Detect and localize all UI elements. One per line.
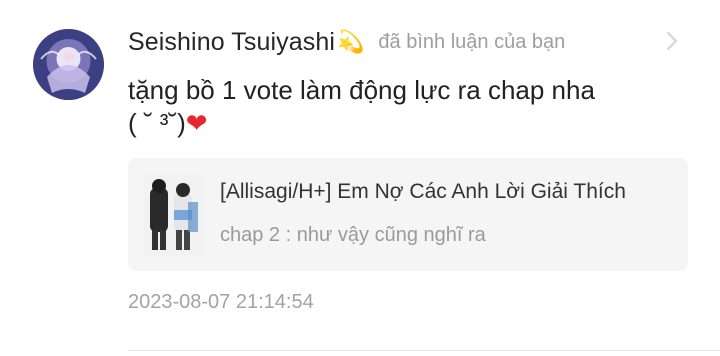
heart-icon: ❤ <box>185 108 208 138</box>
referenced-story-card[interactable]: [Allisagi/H+] Em Nợ Các Anh Lời Giải Thí… <box>128 158 688 271</box>
comment-emoticon: ( ˘ ³˘) <box>128 108 186 138</box>
action-text: đã bình luận của bạn <box>378 30 566 53</box>
notification-header: Seishino Tsuiyashi 💫 đã bình luận của bạ… <box>128 24 565 60</box>
comment-line-2: ( ˘ ³˘)❤ <box>128 107 688 140</box>
avatar[interactable] <box>33 29 104 100</box>
comment-notification-card[interactable]: Seishino Tsuiyashi 💫 đã bình luận của bạ… <box>0 0 720 356</box>
story-title[interactable]: [Allisagi/H+] Em Nợ Các Anh Lời Giải Thí… <box>220 180 672 204</box>
chevron-right-icon[interactable] <box>664 30 680 52</box>
username[interactable]: Seishino Tsuiyashi <box>128 28 335 57</box>
comment-text: tặng bồ 1 vote làm động lực ra chap nha … <box>128 74 688 140</box>
timestamp: 2023-08-07 21:14:54 <box>128 291 314 313</box>
avatar-image <box>33 29 104 100</box>
username-emoji: 💫 <box>337 29 365 54</box>
divider <box>128 350 720 351</box>
comment-line-1: tặng bồ 1 vote làm động lực ra chap nha <box>128 75 595 105</box>
chapter-subtitle: chap 2 : như vậy cũng nghĩ ra <box>220 224 486 246</box>
story-cover-thumbnail <box>144 174 204 256</box>
